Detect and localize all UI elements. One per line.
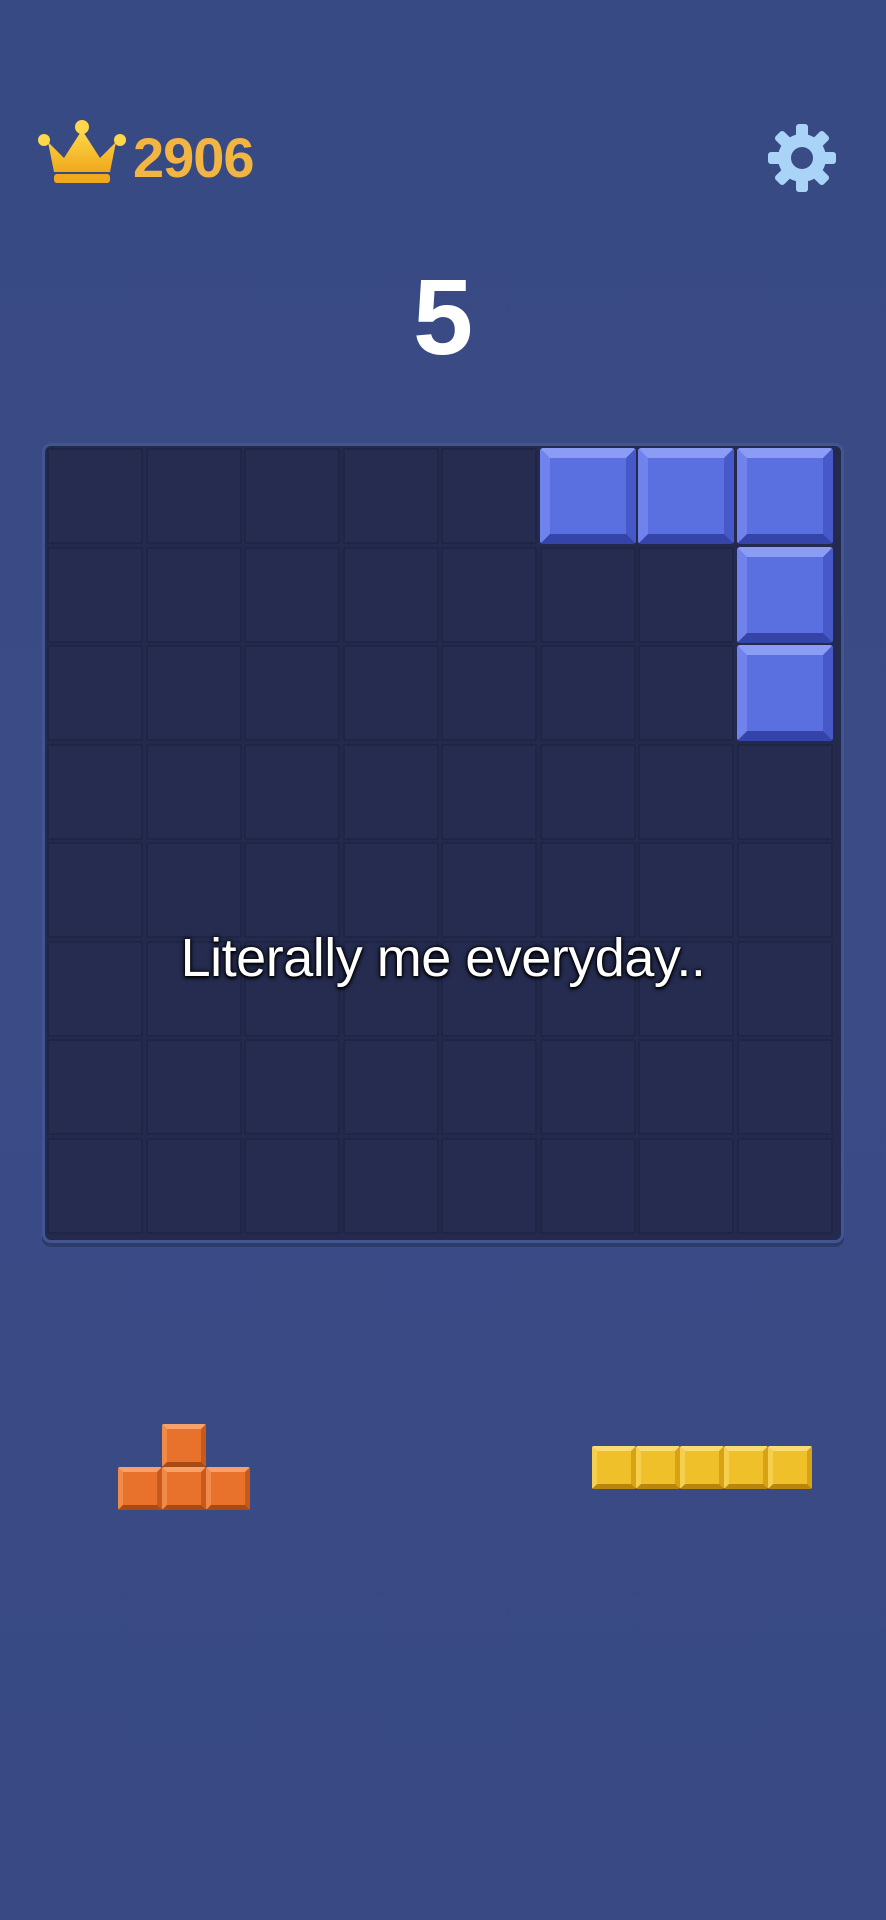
piece-block [162, 1424, 206, 1467]
board-cell [736, 1039, 833, 1135]
game-board[interactable] [45, 446, 841, 1240]
board-cell [244, 546, 340, 643]
board-cell [342, 448, 439, 544]
board-grid [45, 446, 841, 1240]
tray-piece-t-orange[interactable] [118, 1424, 250, 1510]
piece-block [724, 1446, 768, 1489]
board-cell [244, 743, 340, 840]
board-cell [342, 546, 439, 643]
piece-block [206, 1467, 250, 1510]
board-cell [441, 1039, 537, 1135]
board-cell [736, 842, 833, 938]
piece-block [118, 1467, 162, 1510]
board-cell [736, 743, 833, 840]
board-cell [539, 645, 636, 741]
piece-block [768, 1446, 812, 1489]
filled-block [736, 448, 833, 544]
best-score: 2906 [133, 126, 255, 189]
board-cell [145, 842, 242, 938]
board-cell [47, 1137, 143, 1234]
piece-block [680, 1446, 724, 1489]
board-cell [441, 1137, 537, 1234]
piece-block [636, 1446, 680, 1489]
board-cell [145, 546, 242, 643]
board-cell [145, 645, 242, 741]
board-cell [441, 546, 537, 643]
board-cell [736, 1137, 833, 1234]
crown-icon [38, 120, 126, 183]
board-cell [244, 1039, 340, 1135]
board-cell [342, 1137, 439, 1234]
board-cell [47, 842, 143, 938]
filled-block [736, 546, 833, 643]
board-cell [342, 842, 439, 938]
board-cell [638, 1137, 734, 1234]
board-cell [342, 1039, 439, 1135]
board-cell [638, 1039, 734, 1135]
board-cell [145, 448, 242, 544]
piece-block [162, 1467, 206, 1510]
board-cell [638, 645, 734, 741]
board-cell [441, 448, 537, 544]
board-cell [441, 743, 537, 840]
filled-block [539, 448, 636, 544]
caption-overlay: Literally me everyday.. [180, 928, 706, 988]
board-cell [638, 743, 734, 840]
board-cell [145, 1039, 242, 1135]
board-cell [244, 448, 340, 544]
board-cell [539, 1039, 636, 1135]
board-cell [539, 546, 636, 643]
board-cell [539, 743, 636, 840]
board-cell [145, 743, 242, 840]
board-cell [47, 645, 143, 741]
board-cell [47, 546, 143, 643]
game-screen: 2906 5 Literally me everyday.. [0, 0, 886, 1920]
board-cell [145, 1137, 242, 1234]
board-cell [441, 842, 537, 938]
filled-block [736, 645, 833, 741]
board-cell [441, 645, 537, 741]
board-cell [244, 1137, 340, 1234]
board-cell [539, 842, 636, 938]
board-cell [539, 1137, 636, 1234]
board-cell [638, 842, 734, 938]
filled-block [638, 448, 734, 544]
board-cell [342, 743, 439, 840]
board-cell [638, 546, 734, 643]
board-cell [47, 1039, 143, 1135]
board-cell [244, 645, 340, 741]
board-cell [342, 645, 439, 741]
tray-piece-i5-yellow[interactable] [592, 1446, 812, 1489]
current-score: 5 [412, 256, 474, 377]
board-cell [47, 743, 143, 840]
gear-icon[interactable] [766, 122, 838, 194]
piece-block [592, 1446, 636, 1489]
board-cell [244, 842, 340, 938]
board-cell [47, 448, 143, 544]
